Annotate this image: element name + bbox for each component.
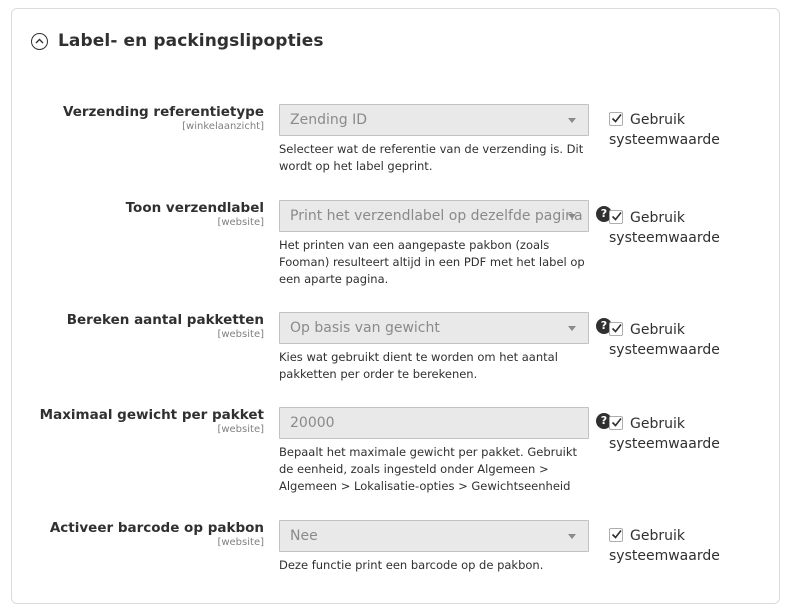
- select-value: Op basis van gewicht: [290, 320, 440, 336]
- field-scope: [website]: [217, 217, 264, 228]
- use-default-label-line2: systeemwaarde: [609, 230, 720, 246]
- show-shipping-label-select[interactable]: Print het verzendlabel op dezelfde pagin…: [279, 200, 589, 232]
- checkmark-icon: [611, 114, 622, 123]
- checkmark-icon: [611, 212, 622, 221]
- use-default-toggle[interactable]: Gebruik systeemwaarde: [609, 208, 739, 248]
- config-panel: [11, 8, 780, 604]
- use-default-toggle[interactable]: Gebruik systeemwaarde: [609, 526, 739, 566]
- field-label-block: Maximaal gewicht per pakket [website]: [40, 407, 264, 436]
- use-default-checkbox[interactable]: [609, 112, 623, 126]
- field-label-block: Verzending referentietype [winkelaanzich…: [63, 104, 264, 133]
- field-note: Selecteer wat de referentie van de verze…: [279, 142, 584, 173]
- use-default-label-line2: systeemwaarde: [609, 548, 720, 564]
- checkmark-icon: [611, 324, 622, 333]
- use-default-checkbox[interactable]: [609, 416, 623, 430]
- use-default-label: Gebruik: [630, 112, 685, 128]
- section-header[interactable]: Label- en packingslipopties: [31, 28, 324, 54]
- use-default-toggle[interactable]: Gebruik systeemwaarde: [609, 320, 739, 360]
- chevron-down-icon: [568, 118, 576, 123]
- collapse-circle-icon[interactable]: [31, 32, 48, 50]
- field-label: Activeer barcode op pakbon: [49, 520, 264, 536]
- use-default-toggle[interactable]: Gebruik systeemwaarde: [609, 414, 739, 454]
- checkmark-icon: [611, 530, 622, 539]
- use-default-label-line2: systeemwaarde: [609, 342, 720, 358]
- chevron-down-icon: [568, 326, 576, 331]
- field-note: Bepaalt het maximale gewicht per pakket.…: [279, 445, 578, 493]
- select-value: Zending ID: [290, 112, 367, 128]
- use-default-label: Gebruik: [630, 416, 685, 432]
- use-default-checkbox[interactable]: [609, 210, 623, 224]
- max-weight-input[interactable]: 20000: [279, 407, 589, 439]
- field-scope: [website]: [217, 329, 264, 340]
- select-value: Print het verzendlabel op dezelfde pagin…: [290, 208, 583, 224]
- use-default-label-line2: systeemwaarde: [609, 132, 720, 148]
- package-count-select[interactable]: Op basis van gewicht: [279, 312, 589, 344]
- chevron-down-icon: [568, 534, 576, 539]
- field-scope: [website]: [217, 424, 264, 435]
- input-value: 20000: [290, 415, 335, 431]
- barcode-select[interactable]: Nee: [279, 520, 589, 552]
- field-scope: [website]: [217, 537, 264, 548]
- field-label: Verzending referentietype: [63, 104, 264, 120]
- field-label: Maximaal gewicht per pakket: [39, 407, 264, 423]
- reference-type-select[interactable]: Zending ID: [279, 104, 589, 136]
- use-default-label: Gebruik: [630, 528, 685, 544]
- field-note: Het printen van een aangepaste pakbon (z…: [279, 238, 585, 286]
- use-default-label-line2: systeemwaarde: [609, 436, 720, 452]
- field-label: Toon verzendlabel: [125, 200, 264, 216]
- field-note: Kies wat gebruikt dient te worden om het…: [279, 350, 558, 381]
- use-default-checkbox[interactable]: [609, 528, 623, 542]
- field-label-block: Activeer barcode op pakbon [website]: [50, 520, 264, 549]
- use-default-toggle[interactable]: Gebruik systeemwaarde: [609, 110, 739, 150]
- checkmark-icon: [611, 418, 622, 427]
- select-value: Nee: [290, 528, 318, 544]
- section-title: Label- en packingslipopties: [58, 31, 324, 51]
- field-note: Deze functie print een barcode op de pak…: [279, 558, 544, 572]
- field-scope: [winkelaanzicht]: [182, 121, 264, 132]
- chevron-down-icon: [568, 214, 576, 219]
- use-default-label: Gebruik: [630, 322, 685, 338]
- use-default-checkbox[interactable]: [609, 322, 623, 336]
- field-label: Bereken aantal pakketten: [66, 312, 264, 328]
- field-label-block: Toon verzendlabel [website]: [126, 200, 264, 229]
- use-default-label: Gebruik: [630, 210, 685, 226]
- field-label-block: Bereken aantal pakketten [website]: [67, 312, 264, 341]
